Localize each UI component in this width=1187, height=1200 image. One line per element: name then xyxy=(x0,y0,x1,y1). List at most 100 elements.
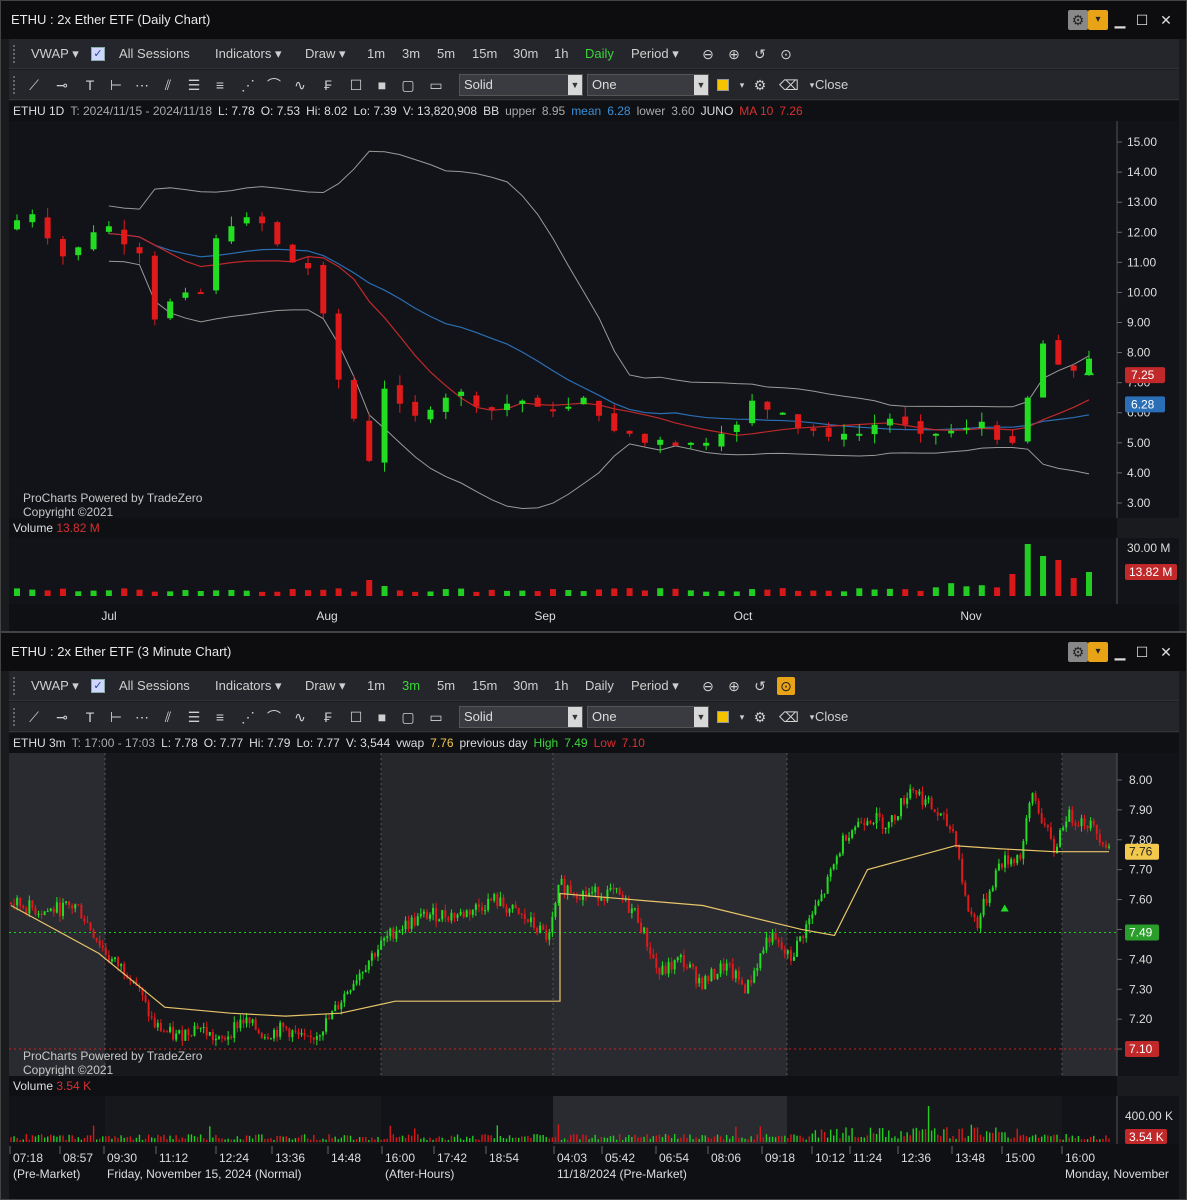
color-swatch[interactable] xyxy=(717,711,729,723)
draw-dropdown[interactable]: Draw ▾ xyxy=(305,39,345,69)
window-title-bar[interactable]: ETHU : 2x Ether ETF (3 Minute Chart) ⚙ ▾… xyxy=(1,633,1186,671)
fibonacci-icon[interactable]: ☰ xyxy=(185,76,203,94)
timeframe-30m[interactable]: 30m xyxy=(513,671,538,701)
parallel-channel-icon[interactable]: ⫽ xyxy=(159,708,177,726)
settings-gear-icon[interactable]: ⚙ xyxy=(751,76,769,94)
timeframe-30m[interactable]: 30m xyxy=(513,39,538,69)
timeframe-1h[interactable]: 1h xyxy=(554,39,568,69)
fib-fan-icon[interactable]: ₣ xyxy=(319,76,337,94)
window-dropdown-icon[interactable]: ▾ xyxy=(1088,10,1108,30)
reset-zoom-icon[interactable]: ↺ xyxy=(751,45,769,63)
window-dropdown-icon[interactable]: ▾ xyxy=(1088,642,1108,662)
rectangle-filled-icon[interactable]: ■ xyxy=(373,708,391,726)
vwap-dropdown[interactable]: VWAP ▾ xyxy=(31,671,79,701)
volume-bar xyxy=(866,1135,869,1142)
volume-bar xyxy=(213,590,220,596)
line-style-select[interactable]: Solid ▼ xyxy=(459,74,583,96)
horizontal-ray-icon[interactable]: ⊸ xyxy=(53,76,71,94)
timeframe-1m[interactable]: 1m xyxy=(367,671,385,701)
volume-badge-label: 3.54 K xyxy=(1129,1130,1164,1144)
color-dropdown-icon[interactable]: ▾ xyxy=(733,708,751,726)
trendline-tool-icon[interactable]: ⟋ xyxy=(25,76,43,94)
all-sessions-label[interactable]: All Sessions xyxy=(119,39,190,69)
close-drawing-button[interactable]: Close xyxy=(815,70,848,100)
horizontal-ray-icon[interactable]: ⊸ xyxy=(53,708,71,726)
gann-fan-icon[interactable]: ⋰ xyxy=(239,76,257,94)
intraday-price-chart[interactable]: 8.007.907.807.707.607.507.407.307.207.10… xyxy=(9,753,1179,1077)
eraser-icon[interactable]: ⌫ xyxy=(779,708,799,726)
trendline-tool-icon[interactable]: ⟋ xyxy=(25,708,43,726)
line-style-select[interactable]: Solid ▼ xyxy=(459,706,583,728)
timeframe-daily[interactable]: Daily xyxy=(585,671,614,701)
daily-price-chart[interactable]: 15.00 14.00 13.00 12.00 11.00 10.00 9.00 8.00 7.… xyxy=(9,121,1179,519)
arc-tool-icon[interactable]: ⌒ xyxy=(265,76,283,94)
maximize-icon[interactable]: ☐ xyxy=(1132,10,1152,30)
horizontal-line-icon[interactable]: ⊢ xyxy=(107,76,125,94)
ellipse-tool-icon[interactable]: ▭ xyxy=(427,708,445,726)
fib-fan-icon[interactable]: ₣ xyxy=(319,708,337,726)
rounded-rect-icon[interactable]: ▢ xyxy=(399,76,417,94)
rounded-rect-icon[interactable]: ▢ xyxy=(399,708,417,726)
draw-dropdown[interactable]: Draw ▾ xyxy=(305,671,345,701)
all-sessions-checkbox[interactable]: ✓ xyxy=(91,679,105,693)
indicators-dropdown[interactable]: Indicators ▾ xyxy=(215,671,282,701)
rectangle-outline-icon[interactable]: ☐ xyxy=(347,708,365,726)
window-title-bar[interactable]: ETHU : 2x Ether ETF (Daily Chart) ⚙ ▾ ▁ … xyxy=(1,1,1186,39)
fibonacci-icon[interactable]: ☰ xyxy=(185,708,203,726)
timeframe-1h[interactable]: 1h xyxy=(554,671,568,701)
indicators-dropdown[interactable]: Indicators ▾ xyxy=(215,39,282,69)
gann-fan-icon[interactable]: ⋰ xyxy=(239,708,257,726)
fib-extension-icon[interactable]: ≡ xyxy=(211,708,229,726)
close-drawing-button[interactable]: Close xyxy=(815,702,848,732)
reset-zoom-icon[interactable]: ↺ xyxy=(751,677,769,695)
settings-gear-icon[interactable]: ⚙ xyxy=(1068,642,1088,662)
close-window-icon[interactable]: ✕ xyxy=(1156,10,1176,30)
minimize-icon[interactable]: ▁ xyxy=(1110,642,1130,662)
timeframe-5m[interactable]: 5m xyxy=(437,39,455,69)
settings-gear-icon[interactable]: ⚙ xyxy=(1068,10,1088,30)
timeframe-3m[interactable]: 3m xyxy=(402,39,420,69)
timeframe-5m[interactable]: 5m xyxy=(437,671,455,701)
segment-tool-icon[interactable]: ⋯ xyxy=(133,76,151,94)
horizontal-line-icon[interactable]: ⊢ xyxy=(107,708,125,726)
candle-body xyxy=(213,238,220,291)
zigzag-tool-icon[interactable]: ∿ xyxy=(291,76,309,94)
parallel-channel-icon[interactable]: ⫽ xyxy=(159,76,177,94)
vwap-dropdown[interactable]: VWAP ▾ xyxy=(31,39,79,69)
timeframe-15m[interactable]: 15m xyxy=(472,39,497,69)
zoom-out-icon[interactable]: ⊖ xyxy=(699,677,717,695)
timeframe-15m[interactable]: 15m xyxy=(472,671,497,701)
segment-tool-icon[interactable]: ⋯ xyxy=(133,708,151,726)
close-window-icon[interactable]: ✕ xyxy=(1156,642,1176,662)
intraday-volume-chart[interactable]: 400.00 K 3.54 K xyxy=(9,1096,1179,1144)
maximize-icon[interactable]: ☐ xyxy=(1132,642,1152,662)
color-swatch[interactable] xyxy=(717,79,729,91)
ellipse-tool-icon[interactable]: ▭ xyxy=(427,76,445,94)
fib-extension-icon[interactable]: ≡ xyxy=(211,76,229,94)
settings-gear-icon[interactable]: ⚙ xyxy=(751,708,769,726)
color-dropdown-icon[interactable]: ▾ xyxy=(733,76,751,94)
zigzag-tool-icon[interactable]: ∿ xyxy=(291,708,309,726)
eraser-icon[interactable]: ⌫ xyxy=(779,76,799,94)
zoom-out-icon[interactable]: ⊖ xyxy=(699,45,717,63)
rectangle-outline-icon[interactable]: ☐ xyxy=(347,76,365,94)
text-tool-icon[interactable]: T xyxy=(81,708,99,726)
line-width-select[interactable]: One ▼ xyxy=(587,74,709,96)
zoom-in-icon[interactable]: ⊕ xyxy=(725,45,743,63)
timeframe-daily[interactable]: Daily xyxy=(585,39,614,69)
all-sessions-label[interactable]: All Sessions xyxy=(119,671,190,701)
auto-scale-icon[interactable]: ⊙ xyxy=(777,45,795,63)
daily-volume-chart[interactable]: 30.00 M 13.82 M xyxy=(9,538,1179,604)
period-dropdown[interactable]: Period ▾ xyxy=(631,671,679,701)
timeframe-3m[interactable]: 3m xyxy=(402,671,420,701)
period-dropdown[interactable]: Period ▾ xyxy=(631,39,679,69)
arc-tool-icon[interactable]: ⌒ xyxy=(265,708,283,726)
minimize-icon[interactable]: ▁ xyxy=(1110,10,1130,30)
timeframe-1m[interactable]: 1m xyxy=(367,39,385,69)
zoom-in-icon[interactable]: ⊕ xyxy=(725,677,743,695)
all-sessions-checkbox[interactable]: ✓ xyxy=(91,47,105,61)
rectangle-filled-icon[interactable]: ■ xyxy=(373,76,391,94)
auto-scale-icon[interactable]: ⊙ xyxy=(777,677,795,695)
text-tool-icon[interactable]: T xyxy=(81,76,99,94)
line-width-select[interactable]: One ▼ xyxy=(587,706,709,728)
